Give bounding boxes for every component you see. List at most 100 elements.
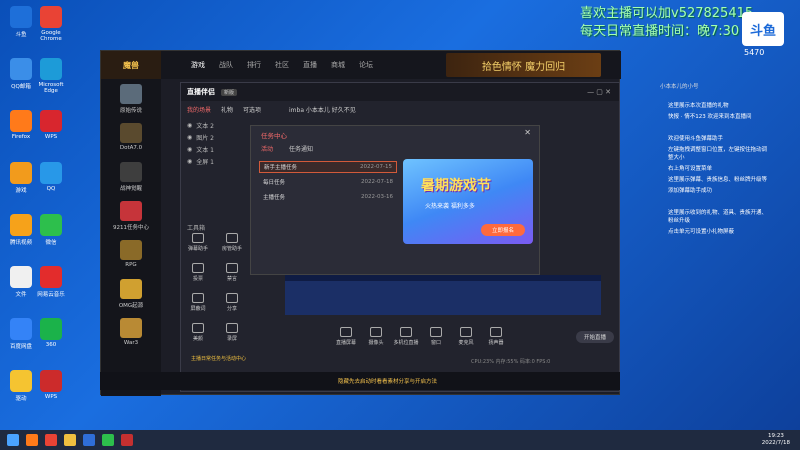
game-label: RPG [125, 262, 137, 268]
platform-tab[interactable]: 战队 [219, 60, 233, 70]
start-icon[interactable] [7, 434, 19, 446]
platform-tab[interactable]: 社区 [275, 60, 289, 70]
chat-message: 这里展示弹幕、贵族信息、粉丝牌升级等 [668, 177, 768, 183]
promo-signup-button[interactable]: 立即报名 [481, 224, 525, 236]
desktop-icon[interactable]: 360 [34, 318, 68, 348]
scene-tab[interactable]: 礼物 [221, 105, 233, 114]
desktop-icon[interactable]: 腾讯视频 [4, 214, 38, 246]
task-row[interactable]: 主播任务 2022-03-16 [259, 191, 397, 203]
desktop-icon[interactable]: 游戏 [4, 162, 38, 194]
dialog-tab[interactable]: 任务通知 [289, 144, 313, 153]
app-icon [10, 110, 32, 132]
tool-icon [226, 293, 238, 303]
desktop-icon-label: 斗鱼 [15, 32, 27, 38]
toolbox-button[interactable]: 房管助手 [217, 233, 247, 252]
tool-icon [226, 323, 238, 333]
toolbox-button[interactable]: 美颜 [183, 323, 213, 342]
douyu-logo: 斗鱼 [742, 12, 784, 46]
app-icon [10, 162, 32, 184]
wechat-icon[interactable] [102, 434, 114, 446]
desktop-icon[interactable]: Google Chrome [34, 6, 68, 42]
app-icon [40, 162, 62, 184]
desktop-icon[interactable]: WPS [34, 370, 68, 400]
platform-tab[interactable]: 直播 [303, 60, 317, 70]
game-item[interactable]: DotA7.0 [106, 123, 156, 157]
platform-tab[interactable]: 游戏 [191, 60, 205, 70]
clock-date: 2022/7/18 [761, 440, 790, 446]
room-title[interactable]: imba 小本本儿 好久不见 [289, 105, 356, 114]
scene-tab[interactable]: 我的场景 [187, 105, 211, 114]
app-icon [10, 370, 32, 392]
toolbox-label: 工具箱 [187, 225, 206, 232]
desktop-icon[interactable]: 百度网盘 [4, 318, 38, 350]
tool-label: 直播屏幕 [335, 340, 356, 346]
game-item[interactable]: 原始传说 [106, 84, 156, 118]
desktop-icon[interactable]: 文件 [4, 266, 38, 298]
eye-icon[interactable]: ◉ [187, 146, 192, 153]
platform-tab[interactable]: 论坛 [359, 60, 373, 70]
toolbox-button[interactable]: 录屏 [217, 323, 247, 342]
desktop-icon-label: Microsoft Edge [38, 82, 64, 94]
desktop-icon[interactable]: 斗鱼 [4, 6, 38, 38]
desktop-icon[interactable]: 网易云音乐 [34, 266, 68, 298]
scene-label: 文本 2 [196, 122, 214, 130]
eye-icon[interactable]: ◉ [187, 134, 192, 141]
platform-banner[interactable]: 拾色情怀 魔力回归 [446, 53, 601, 77]
promo-subtitle: 火热来袭 福利多多 [425, 203, 475, 210]
scene-label: 文本 1 [196, 146, 214, 154]
folder-icon[interactable] [64, 434, 76, 446]
status-text: CPU:23% 内存:55% 码率:0 FPS:0 [471, 359, 551, 365]
bottom-tool-button[interactable]: 摄像头 [361, 327, 391, 346]
toolbox-button[interactable]: 禁言 [217, 263, 247, 282]
game-item[interactable]: OMG起源 [106, 279, 156, 313]
desktop-icon[interactable]: Firefox [4, 110, 38, 140]
game-item[interactable]: 9211任务中心 [106, 201, 156, 235]
toolbox-button[interactable]: 屏蔽词 [183, 293, 213, 312]
desktop-icon[interactable]: Microsoft Edge [34, 58, 68, 94]
promo-banner[interactable]: 暑期游戏节 火热来袭 福利多多 立即报名 [403, 159, 533, 244]
platform-tab[interactable]: 商城 [331, 60, 345, 70]
desktop-icon[interactable]: QQ邮箱 [4, 58, 38, 90]
eye-icon[interactable]: ◉ [187, 122, 192, 129]
desktop-icon-label: 驱动 [15, 396, 27, 402]
bottom-tool-button[interactable]: 扬声器 [481, 327, 511, 346]
game-item[interactable]: 战神觉醒 [106, 162, 156, 196]
ad-text[interactable]: 隐藏先去启动时看看素材分享与开启方法 [338, 377, 437, 385]
game-item[interactable]: War3 [106, 318, 156, 352]
task-row[interactable]: 每日任务 2022-07-18 [259, 176, 397, 188]
preview-area [285, 275, 601, 315]
bottom-tool-button[interactable]: 多机位直播 [391, 327, 421, 346]
toolbox-button[interactable]: 弹幕助手 [183, 233, 213, 252]
firefox-icon[interactable] [26, 434, 38, 446]
close-icon[interactable]: ✕ [524, 128, 531, 137]
desktop-icon[interactable]: WPS [34, 110, 68, 140]
game-item[interactable]: RPG [106, 240, 156, 274]
window-controls[interactable]: — ▢ ✕ [587, 88, 611, 96]
task-date: 2022-03-16 [361, 194, 393, 200]
clock[interactable]: 19:23 2022/7/18 [762, 433, 790, 447]
douyu-icon[interactable] [83, 434, 95, 446]
app-icon [40, 58, 62, 80]
eye-icon[interactable]: ◉ [187, 158, 192, 165]
bottom-tool-button[interactable]: 直播屏幕 [331, 327, 361, 346]
desktop-icon[interactable]: 驱动 [4, 370, 38, 402]
bottom-tool-button[interactable]: 窗口 [421, 327, 451, 346]
dialog-tab[interactable]: 活动 [261, 144, 273, 153]
scene-tab[interactable]: 可选项 [243, 105, 261, 114]
desktop-icon-label: 游戏 [15, 188, 27, 194]
app-icon [40, 318, 62, 340]
tool-label: 禁言 [226, 276, 237, 282]
toolbox-button[interactable]: 分享 [217, 293, 247, 312]
platform-top-bar: 魔兽 游戏 战队 排行 社区 直播 商城 论坛 拾色情怀 魔力回归 [101, 51, 621, 79]
start-live-button[interactable]: 开始直播 [576, 331, 614, 343]
desktop-icon[interactable]: 微信 [34, 214, 68, 246]
platform-tab[interactable]: 排行 [247, 60, 261, 70]
game-icon[interactable] [121, 434, 133, 446]
tool-label: 多机位直播 [393, 340, 419, 346]
bottom-tool-button[interactable]: 麦克风 [451, 327, 481, 346]
task-row[interactable]: 新手主播任务 2022-07-15 [259, 161, 397, 173]
task-name: 主播任务 [263, 195, 286, 201]
desktop-icon[interactable]: QQ [34, 162, 68, 192]
toolbox-button[interactable]: 投票 [183, 263, 213, 282]
chrome-icon[interactable] [45, 434, 57, 446]
